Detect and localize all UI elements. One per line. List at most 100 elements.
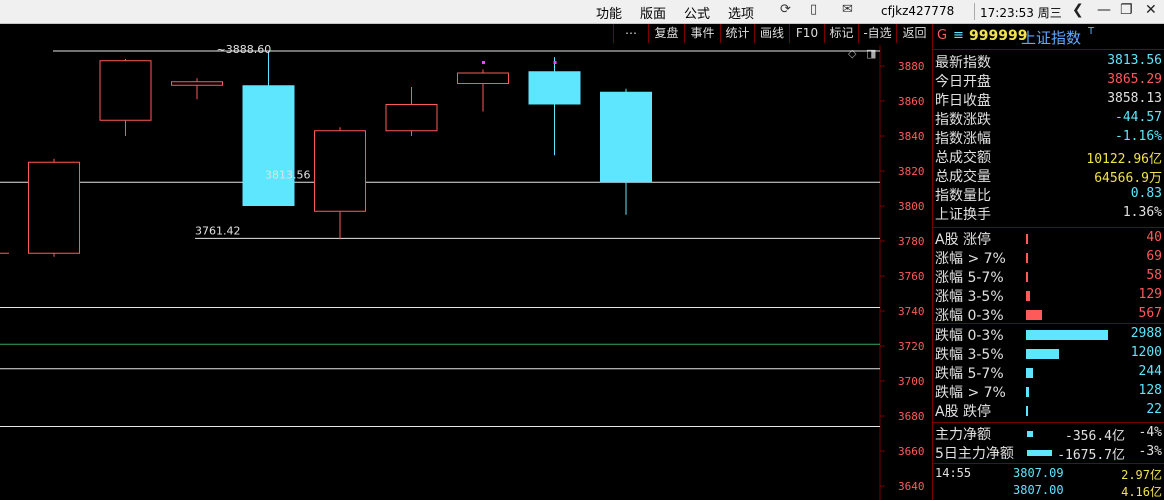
flow-label: 主力净额	[935, 427, 991, 443]
toolbar-draw[interactable]: 画线	[754, 24, 789, 43]
last-price-label: 3813.56	[265, 168, 311, 181]
separator	[974, 3, 975, 20]
toolbar-f10[interactable]: F10	[789, 24, 824, 43]
breadth-bar	[1026, 387, 1030, 397]
y-tick-label: 3820	[898, 165, 925, 178]
menu-options[interactable]: 选项	[728, 3, 754, 22]
breadth-label: 跌幅 0-3%	[935, 328, 1004, 344]
y-tick-label: 3880	[898, 60, 925, 73]
y-tick-label: 3860	[898, 95, 925, 108]
user-name[interactable]: cfjkz427778	[881, 4, 954, 18]
breadth-bar	[1026, 253, 1028, 263]
phone-icon[interactable]: ▯	[810, 2, 817, 17]
mail-icon[interactable]: ✉	[842, 2, 853, 17]
flow-row: 主力净额 -356.4亿 -4%	[933, 424, 1164, 444]
flow-row: 5日主力净额 -1675.7亿 -3%	[933, 443, 1164, 463]
quote-row: 今日开盘 3865.29	[933, 71, 1164, 90]
breadth-row: 涨幅 0-3% 567	[933, 305, 1164, 324]
candle-body	[28, 161, 80, 254]
flow-label: 5日主力净额	[935, 446, 1014, 462]
quote-row: 总成交量 64566.9万	[933, 166, 1164, 186]
y-tick-label: 3740	[898, 305, 925, 318]
breadth-bar	[1026, 330, 1108, 340]
candlestick-chart[interactable]: ◇ ◨ 3880 3860 3840 3820 3800 3780 3760 3740 3720…	[0, 45, 932, 500]
minimize-icon[interactable]: —	[1097, 2, 1111, 18]
breadth-value: 128	[1138, 383, 1162, 398]
tick-volume: 4.16亿	[1121, 485, 1162, 499]
restore-icon[interactable]: ❐	[1120, 2, 1133, 18]
breadth-row: 跌幅 3-5% 1200	[933, 344, 1164, 363]
quote-label: 指数涨跌	[935, 112, 991, 128]
breadth-row: 涨幅 3-5% 129	[933, 286, 1164, 305]
quote-value: 10122.96亿	[1086, 152, 1162, 167]
diamond-icon[interactable]: ◇	[848, 47, 857, 60]
stock-suffix: T	[1088, 26, 1095, 37]
signal-dot	[553, 61, 557, 64]
breadth-row: 涨幅 > 7% 69	[933, 248, 1164, 267]
menu-formula[interactable]: 公式	[684, 3, 710, 22]
breadth-value: 2988	[1130, 326, 1162, 341]
quote-row: 指数量比 0.83	[933, 185, 1164, 204]
toolbar-back[interactable]: 返回	[896, 24, 932, 43]
breadth-label: A股 跌停	[935, 404, 992, 420]
quote-label: 指数量比	[935, 188, 991, 204]
breadth-label: 跌幅 5-7%	[935, 366, 1004, 382]
candle-body	[242, 85, 295, 206]
quote-label: 上证换手	[935, 207, 991, 223]
close-icon[interactable]: ✕	[1145, 2, 1157, 18]
signal-dot	[482, 61, 485, 64]
breadth-row: 涨幅 5-7% 58	[933, 267, 1164, 286]
menu-layout[interactable]: 版面	[640, 3, 666, 22]
toolbar-stats[interactable]: 统计	[720, 24, 754, 43]
breadth-row: A股 跌停 22	[933, 401, 1164, 420]
quote-label: 最新指数	[935, 55, 991, 71]
candle-body	[171, 81, 223, 86]
breadth-label: 涨幅 > 7%	[935, 251, 1006, 267]
tick-time: 14:55	[935, 466, 972, 480]
toolbar-events[interactable]: 事件	[684, 24, 720, 43]
breadth-value: 40	[1146, 230, 1162, 245]
candle-body	[385, 104, 438, 132]
candle-body	[457, 72, 509, 84]
breadth-value: 1200	[1130, 345, 1162, 360]
quote-value: 1.36%	[1122, 205, 1162, 220]
toolbar-replay[interactable]: 复盘	[648, 24, 684, 43]
y-tick-label: 3640	[898, 480, 925, 493]
quote-row: 最新指数 3813.56	[933, 52, 1164, 71]
tick-price: 3807.00	[1013, 483, 1064, 497]
refresh-icon[interactable]: ⟳	[780, 2, 791, 17]
y-tick-label: 3680	[898, 410, 925, 423]
y-tick-label: 3760	[898, 270, 925, 283]
quote-label: 指数涨幅	[935, 131, 991, 147]
quote-label: 今日开盘	[935, 74, 991, 90]
back-icon[interactable]: ❮	[1072, 2, 1084, 18]
breadth-row: 跌幅 0-3% 2988	[933, 325, 1164, 344]
y-tick-label: 3800	[898, 200, 925, 213]
breadth-label: 涨幅 5-7%	[935, 270, 1004, 286]
toolbar-mark[interactable]: 标记	[824, 24, 858, 43]
y-tick-label: 3720	[898, 340, 925, 353]
menu-icon[interactable]: ≡	[953, 28, 964, 43]
quote-row: 总成交额 10122.96亿	[933, 147, 1164, 167]
breadth-label: 涨幅 3-5%	[935, 289, 1004, 305]
breadth-value: 244	[1138, 364, 1162, 379]
quote-value: 3813.56	[1107, 53, 1162, 68]
panel-toggle-icon[interactable]: ◨	[866, 47, 876, 60]
flow-value: -356.4亿	[1065, 429, 1125, 444]
breadth-bar	[1026, 291, 1030, 301]
breadth-label: 涨幅 0-3%	[935, 308, 1004, 324]
quote-value: -1.16%	[1115, 129, 1162, 144]
quote-row: 指数涨幅 -1.16%	[933, 128, 1164, 147]
low-label: 3761.42	[195, 224, 241, 237]
breadth-value: 567	[1138, 306, 1162, 321]
stock-header[interactable]: G ≡ 999999 上证指数 T	[933, 26, 1164, 48]
toolbar-remove-favorite[interactable]: -自选	[858, 24, 896, 43]
quote-row: 昨日收盘 3858.13	[933, 90, 1164, 109]
breadth-bar	[1026, 234, 1028, 244]
flow-bar	[1027, 431, 1033, 437]
menu-function[interactable]: 功能	[596, 3, 622, 22]
quote-value: 3858.13	[1107, 91, 1162, 106]
breadth-value: 22	[1146, 402, 1162, 417]
quote-panel: G ≡ 999999 上证指数 T 最新指数 3813.56 今日开盘 3865.29…	[932, 24, 1164, 500]
y-tick-label: 3840	[898, 130, 925, 143]
